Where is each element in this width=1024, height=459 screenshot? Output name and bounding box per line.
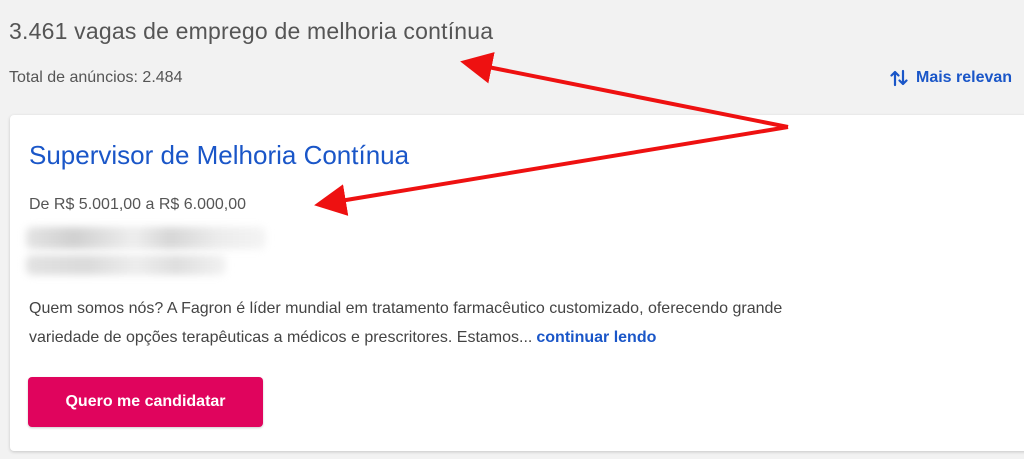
salary-range: De R$ 5.001,00 a R$ 6.000,00 [29, 196, 247, 213]
results-headline: 3.461 vagas de emprego de melhoria contí… [9, 18, 494, 44]
sort-relevance-button[interactable]: Mais relevan [890, 68, 1012, 88]
description-line-1: Quem somos nós? A Fagron é líder mundial… [29, 300, 783, 317]
continue-reading-link[interactable]: continuar lendo [536, 329, 656, 346]
apply-button[interactable]: Quero me candidatar [28, 377, 263, 427]
job-title-link[interactable]: Supervisor de Melhoria Contínua [29, 140, 409, 171]
blurred-company-info [26, 227, 266, 249]
search-results-page: 3.461 vagas de emprego de melhoria contí… [0, 0, 1024, 459]
description-line-2: variedade de opções terapêuticas a médic… [29, 323, 1009, 352]
sort-arrows-icon [890, 68, 908, 88]
total-ads-count: Total de anúncios: 2.484 [9, 69, 183, 86]
description-line-2-text: variedade de opções terapêuticas a médic… [29, 329, 533, 346]
sort-label: Mais relevan [916, 69, 1013, 86]
job-description: Quem somos nós? A Fagron é líder mundial… [29, 294, 1009, 352]
blurred-location-info [26, 255, 226, 275]
job-card: Supervisor de Melhoria Contínua De R$ 5.… [10, 115, 1024, 451]
